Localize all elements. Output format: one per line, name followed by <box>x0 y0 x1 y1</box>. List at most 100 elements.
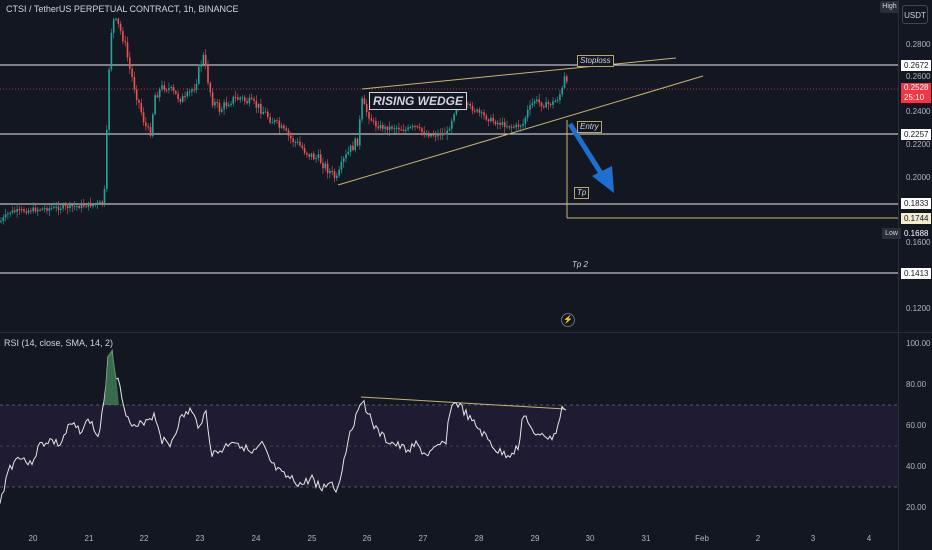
symbol-title[interactable]: CTSI / TetherUS PERPETUAL CONTRACT, 1h, … <box>6 4 239 14</box>
candle-body <box>48 208 51 211</box>
date-tick: 21 <box>84 534 94 543</box>
high-button[interactable]: High <box>880 1 899 13</box>
candle-body <box>131 68 133 78</box>
candle-body <box>46 208 48 211</box>
candle-body <box>563 76 566 88</box>
candle-body <box>20 209 23 211</box>
candle-body <box>85 206 87 208</box>
low-price-label: 0.1688 <box>901 228 931 239</box>
candle-body <box>110 32 113 70</box>
date-tick: 23 <box>195 534 205 543</box>
candle-body <box>393 128 396 130</box>
price-tick: 0.1600 <box>906 238 931 247</box>
candle-body <box>4 214 7 218</box>
candle-body <box>411 126 414 128</box>
candle-body <box>324 163 327 169</box>
candle-body <box>43 208 46 210</box>
candle-body <box>418 126 421 129</box>
tp-label[interactable]: Tp <box>574 187 590 199</box>
candle-body <box>181 96 184 102</box>
candle-body <box>78 206 80 209</box>
candle-body <box>103 188 106 204</box>
candle-body <box>409 127 412 129</box>
date-tick: 3 <box>810 534 816 543</box>
chart-canvas[interactable] <box>0 0 932 550</box>
candle-body <box>165 89 168 91</box>
candle-body <box>248 97 251 104</box>
candle-body <box>211 92 214 106</box>
candle-body <box>89 202 92 207</box>
wedge-upper-trendline[interactable] <box>361 57 677 90</box>
candle-body <box>329 171 331 174</box>
candle-body <box>271 122 274 124</box>
low-tag: Low <box>882 228 901 239</box>
rsi-tick: 20.00 <box>906 503 927 512</box>
date-tick: Feb <box>695 534 709 543</box>
candle-body <box>244 97 246 102</box>
currency-button[interactable]: USDT <box>902 5 928 24</box>
candle-body <box>227 104 230 107</box>
candle-body <box>478 109 481 113</box>
candle-body <box>112 19 115 33</box>
candle-body <box>451 120 453 129</box>
candle-body <box>156 95 159 98</box>
price-tick: 0.2600 <box>906 72 931 81</box>
candle-body <box>448 128 451 131</box>
candle-body <box>432 134 435 136</box>
candle-body <box>207 65 209 83</box>
candle-body <box>214 101 216 106</box>
candle-body <box>168 88 170 90</box>
candle-body <box>129 57 131 69</box>
candle-body <box>172 87 175 92</box>
candle-body <box>257 103 260 108</box>
candle-body <box>92 204 94 207</box>
candle-body <box>497 122 499 125</box>
candle-body <box>2 217 5 221</box>
pane-separator[interactable] <box>0 332 932 333</box>
candle-body <box>322 162 324 169</box>
candle-body <box>99 201 101 203</box>
candle-body <box>375 121 377 127</box>
candle-body <box>37 209 39 212</box>
candle-body <box>145 122 147 127</box>
candle-body <box>170 87 172 89</box>
candle-body <box>444 133 446 135</box>
candle-body <box>198 66 200 84</box>
candle-body <box>83 204 85 207</box>
candle-body <box>382 125 384 129</box>
candle-body <box>485 115 488 120</box>
candle-body <box>230 103 232 105</box>
candle-body <box>352 145 354 151</box>
candle-body <box>402 129 405 131</box>
stoploss-label[interactable]: Stoploss <box>577 55 614 67</box>
rsi-title[interactable]: RSI (14, close, SMA, 14, 2) <box>4 338 113 348</box>
current-price-value: 0.2528 <box>904 83 929 92</box>
candle-body <box>566 76 568 82</box>
candle-body <box>529 105 531 110</box>
candle-body <box>510 126 513 128</box>
candle-body <box>441 133 444 136</box>
candle-body <box>547 102 550 105</box>
candle-body <box>340 161 343 170</box>
lightning-icon[interactable]: ⚡ <box>561 313 575 327</box>
candle-body <box>331 171 333 173</box>
candle-body <box>480 112 483 114</box>
candle-body <box>294 141 297 143</box>
candle-body <box>490 117 492 122</box>
chart-window: CTSI / TetherUS PERPETUAL CONTRACT, 1h, … <box>0 0 932 550</box>
candle-body <box>216 101 218 103</box>
candle-body <box>175 91 177 94</box>
tp2-label[interactable]: Tp 2 <box>572 260 588 269</box>
rsi-tick: 100.00 <box>906 339 931 348</box>
entry-label[interactable]: Entry <box>577 121 602 133</box>
date-tick: 26 <box>362 534 372 543</box>
candle-body <box>545 102 547 108</box>
candle-body <box>434 135 437 137</box>
candle-body <box>55 206 57 208</box>
candle-body <box>202 54 205 65</box>
candle-body <box>303 148 306 153</box>
candle-body <box>124 41 126 43</box>
rising-wedge-label[interactable]: RISING WEDGE <box>369 92 468 110</box>
candle-body <box>0 220 2 222</box>
candle-body <box>299 141 301 146</box>
